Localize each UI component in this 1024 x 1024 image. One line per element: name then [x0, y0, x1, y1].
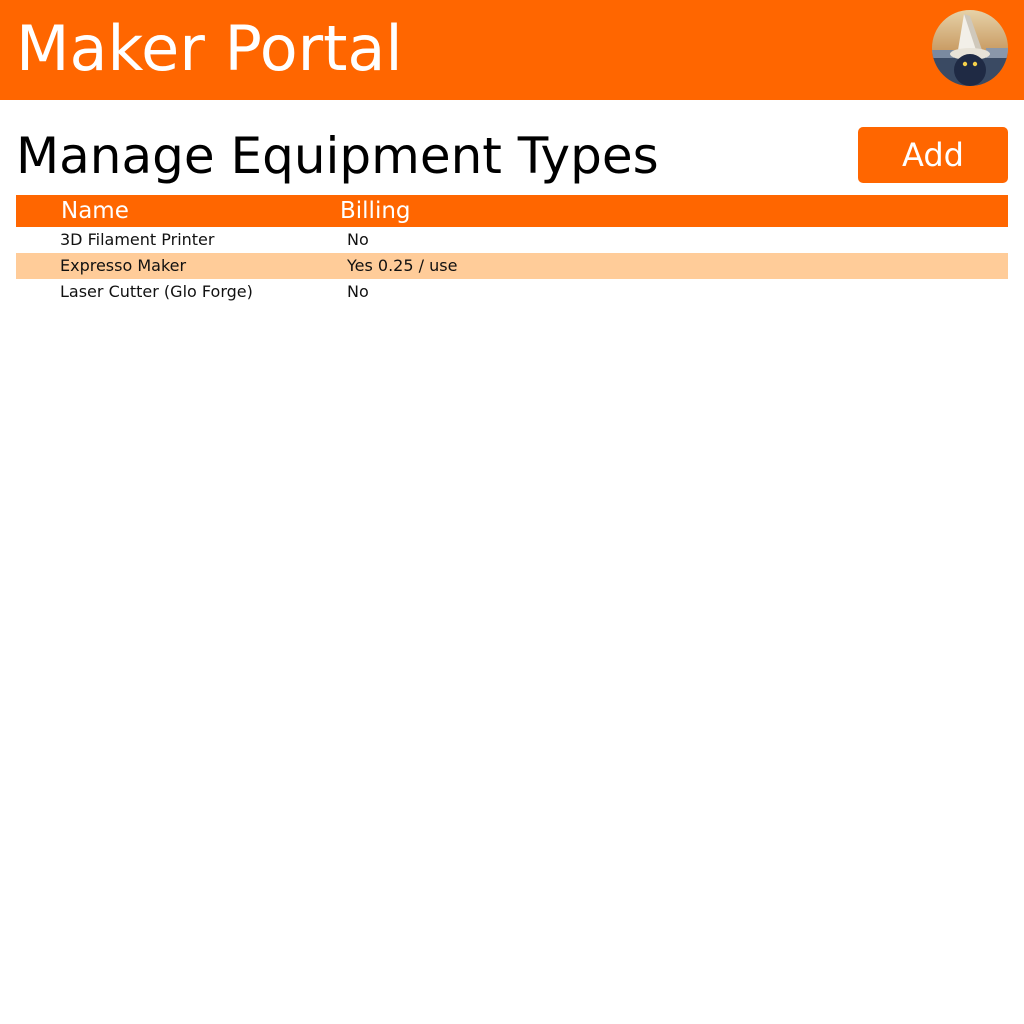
equipment-billing: No [347, 282, 369, 301]
table-header: Name Billing [16, 195, 1008, 227]
equipment-name: Expresso Maker [60, 256, 187, 275]
equipment-types-table: Name Billing 3D Filament Printer No Expr… [16, 195, 1008, 305]
app-title: Maker Portal [16, 12, 403, 85]
add-button[interactable]: Add [858, 127, 1008, 183]
column-header-name: Name [61, 198, 129, 224]
table-row[interactable]: Laser Cutter (Glo Forge) No [16, 279, 1008, 305]
page-title: Manage Equipment Types [16, 127, 659, 185]
table-row[interactable]: 3D Filament Printer No [16, 227, 1008, 253]
equipment-name: 3D Filament Printer [60, 230, 215, 249]
app-header: Maker Portal [0, 0, 1024, 100]
equipment-billing: No [347, 230, 369, 249]
column-header-billing: Billing [340, 198, 411, 224]
equipment-name: Laser Cutter (Glo Forge) [60, 282, 253, 301]
equipment-billing: Yes 0.25 / use [347, 256, 458, 275]
user-avatar-icon[interactable] [932, 10, 1008, 86]
table-row[interactable]: Expresso Maker Yes 0.25 / use [16, 253, 1008, 279]
